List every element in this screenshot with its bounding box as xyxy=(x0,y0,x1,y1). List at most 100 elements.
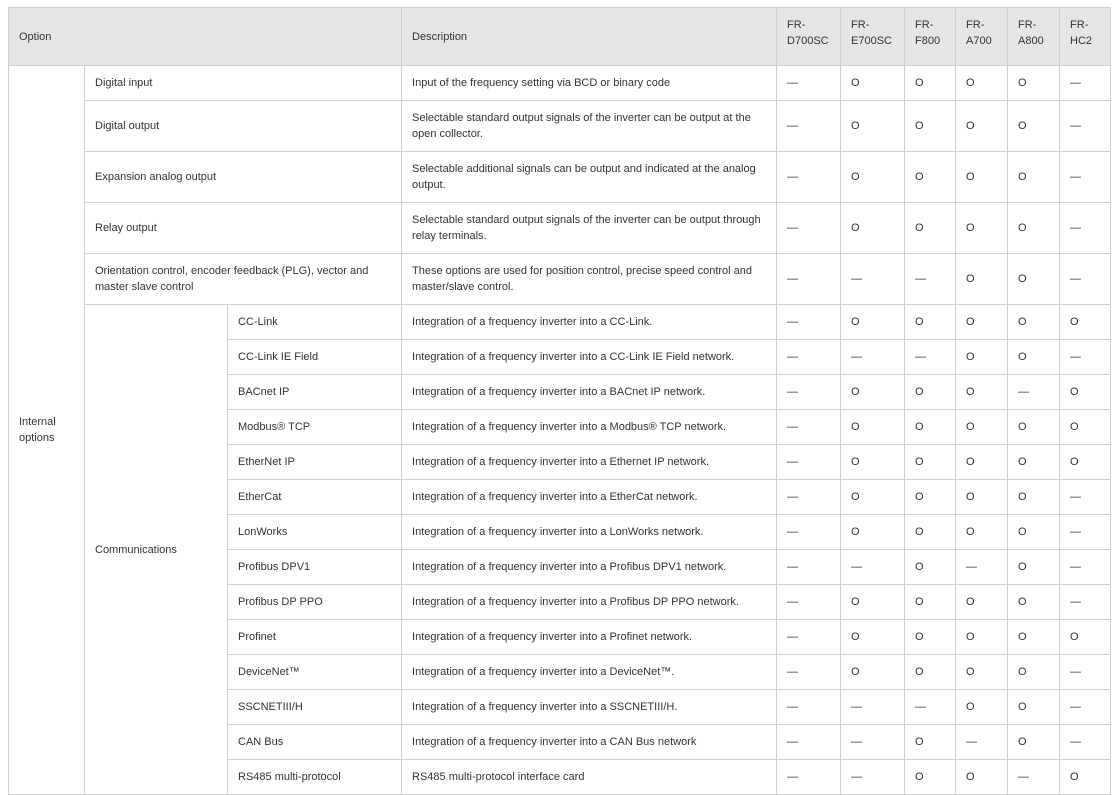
support-cell: — xyxy=(1059,514,1112,550)
table-row: Expansion analog output Selectable addit… xyxy=(9,151,1112,203)
support-cell: — xyxy=(776,654,842,690)
option-description: RS485 multi-protocol interface card xyxy=(401,759,778,795)
option-description: These options are used for position cont… xyxy=(401,253,778,305)
support-cell: O xyxy=(1007,724,1061,760)
support-cell: O xyxy=(955,304,1009,340)
option-description: Integration of a frequency inverter into… xyxy=(401,619,778,655)
option-description: Integration of a frequency inverter into… xyxy=(401,689,778,725)
support-cell: O xyxy=(1007,409,1061,445)
options-table: Option Description FR- D700SC FR- E700SC F… xyxy=(7,7,1112,795)
support-cell: O xyxy=(904,202,957,254)
option-description: Selectable additional signals can be out… xyxy=(401,151,778,203)
support-cell: O xyxy=(955,689,1009,725)
option-description: Integration of a frequency inverter into… xyxy=(401,654,778,690)
header-model-a700: FR- A700 xyxy=(955,7,1009,66)
support-cell: O xyxy=(1007,584,1061,620)
option-name: CC-Link xyxy=(226,304,403,340)
support-cell: O xyxy=(904,549,957,585)
support-cell: — xyxy=(1059,65,1112,101)
support-cell: — xyxy=(904,339,957,375)
support-cell: — xyxy=(776,514,842,550)
header-model-d700sc: FR- D700SC xyxy=(776,7,842,66)
support-cell: O xyxy=(1007,689,1061,725)
support-cell: O xyxy=(840,304,906,340)
support-cell: — xyxy=(776,202,842,254)
option-name: CC-Link IE Field xyxy=(226,339,403,375)
support-cell: O xyxy=(1007,65,1061,101)
support-cell: O xyxy=(955,444,1009,480)
option-name: Orientation control, encoder feedback (P… xyxy=(83,253,403,305)
support-cell: — xyxy=(955,549,1009,585)
support-cell: O xyxy=(955,100,1009,152)
support-cell: — xyxy=(1059,584,1112,620)
support-cell: — xyxy=(1059,253,1112,305)
option-description: Integration of a frequency inverter into… xyxy=(401,339,778,375)
support-cell: — xyxy=(1059,202,1112,254)
option-name: SSCNETIII/H xyxy=(226,689,403,725)
support-cell: — xyxy=(776,689,842,725)
support-cell: O xyxy=(904,479,957,515)
support-cell: — xyxy=(840,689,906,725)
option-name: Digital output xyxy=(83,100,403,152)
table-row: Digital output Selectable standard outpu… xyxy=(9,100,1112,152)
support-cell: O xyxy=(904,409,957,445)
support-cell: O xyxy=(955,253,1009,305)
support-cell: — xyxy=(776,151,842,203)
support-cell: O xyxy=(904,374,957,410)
table-header-row: Option Description FR- D700SC FR- E700SC F… xyxy=(7,7,1112,66)
support-cell: — xyxy=(840,253,906,305)
sub-group-communications: Communications xyxy=(84,304,228,795)
support-cell: — xyxy=(776,619,842,655)
support-cell: O xyxy=(904,514,957,550)
option-name: Profibus DP PPO xyxy=(226,584,403,620)
option-name: LonWorks xyxy=(226,514,403,550)
support-cell: O xyxy=(904,100,957,152)
support-cell: O xyxy=(955,479,1009,515)
support-cell: — xyxy=(1059,654,1112,690)
support-cell: O xyxy=(1059,619,1112,655)
support-cell: — xyxy=(1007,759,1061,795)
support-cell: O xyxy=(840,479,906,515)
header-model-f800: FR- F800 xyxy=(904,7,957,66)
support-cell: O xyxy=(840,151,906,203)
option-name: Relay output xyxy=(83,202,403,254)
support-cell: — xyxy=(776,253,842,305)
support-cell: — xyxy=(776,549,842,585)
support-cell: — xyxy=(840,549,906,585)
option-description: Selectable standard output signals of th… xyxy=(401,100,778,152)
support-cell: — xyxy=(776,724,842,760)
support-cell: O xyxy=(955,619,1009,655)
support-cell: O xyxy=(1007,151,1061,203)
support-cell: O xyxy=(955,759,1009,795)
support-cell: O xyxy=(904,724,957,760)
support-cell: — xyxy=(904,253,957,305)
support-cell: O xyxy=(1007,514,1061,550)
header-option: Option xyxy=(7,7,403,66)
support-cell: O xyxy=(1059,759,1112,795)
support-cell: O xyxy=(904,304,957,340)
support-cell: O xyxy=(955,202,1009,254)
option-description: Integration of a frequency inverter into… xyxy=(401,724,778,760)
support-cell: — xyxy=(840,759,906,795)
group-label-internal-options: Internal options xyxy=(8,65,85,795)
support-cell: — xyxy=(1059,151,1112,203)
support-cell: — xyxy=(776,100,842,152)
support-cell: O xyxy=(1007,654,1061,690)
support-cell: O xyxy=(1007,202,1061,254)
support-cell: O xyxy=(955,374,1009,410)
support-cell: O xyxy=(904,151,957,203)
support-cell: O xyxy=(955,584,1009,620)
support-cell: — xyxy=(955,724,1009,760)
support-cell: O xyxy=(955,151,1009,203)
header-model-e700sc: FR- E700SC xyxy=(840,7,906,66)
support-cell: O xyxy=(1059,374,1112,410)
support-cell: O xyxy=(955,339,1009,375)
support-cell: — xyxy=(776,339,842,375)
support-cell: O xyxy=(1059,409,1112,445)
support-cell: O xyxy=(904,759,957,795)
support-cell: O xyxy=(904,444,957,480)
support-cell: O xyxy=(955,409,1009,445)
option-name: Modbus® TCP xyxy=(226,409,403,445)
table-row: Relay output Selectable standard output … xyxy=(9,202,1112,254)
header-model-a800: FR- A800 xyxy=(1007,7,1061,66)
